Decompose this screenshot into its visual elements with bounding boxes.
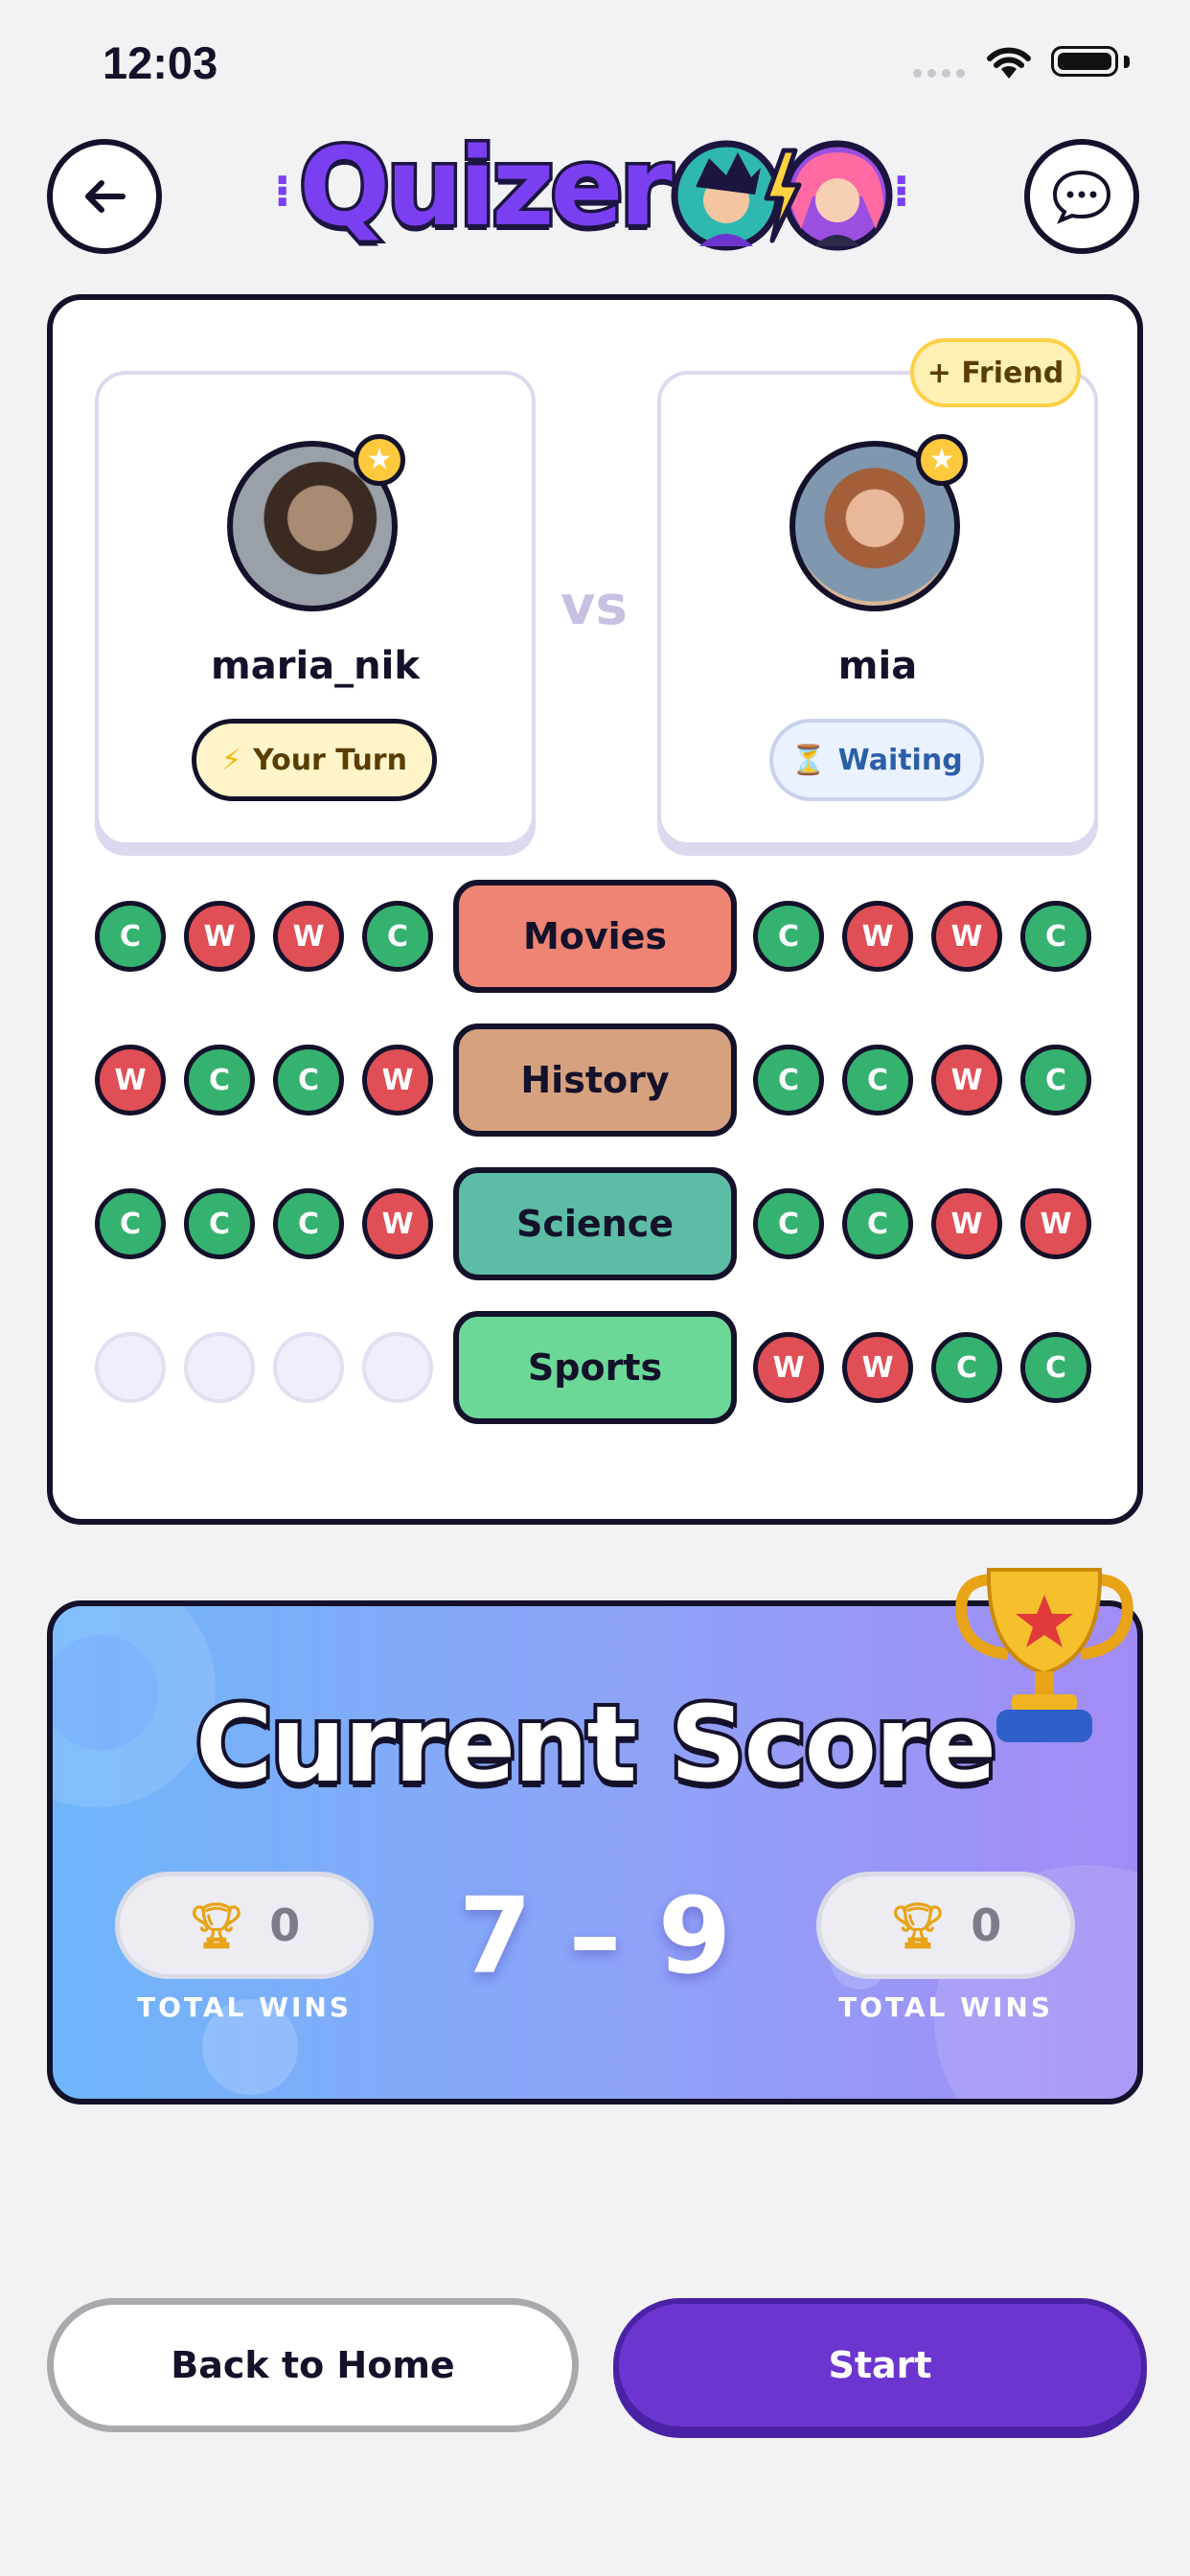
status-time: 12:03: [103, 37, 218, 88]
category-sports: Sports: [453, 1311, 737, 1424]
round-dot-correct: C: [362, 901, 433, 972]
round-dot-correct: C: [1020, 1045, 1091, 1116]
round-dot-correct: C: [1020, 1332, 1091, 1403]
sparkle-icon: ⁝: [893, 165, 910, 217]
start-button[interactable]: Start: [613, 2298, 1147, 2432]
current-score: 7 – 9: [458, 1874, 732, 1997]
round-dot-wrong: W: [931, 1045, 1002, 1116]
category-science: Science: [453, 1167, 737, 1280]
round-dot-empty: [184, 1332, 255, 1403]
star-icon: ★: [916, 434, 968, 486]
trophy-icon: 🏆︎: [889, 1898, 947, 1951]
round-dot-empty: [273, 1332, 344, 1403]
round-dot-correct: C: [753, 1045, 824, 1116]
status-text: Waiting: [837, 743, 963, 777]
back-button[interactable]: [47, 139, 162, 254]
your-turn-badge: ⚡ Your Turn: [192, 719, 437, 801]
app-logo: Quizer: [296, 126, 676, 250]
round-dot-correct: C: [842, 1045, 913, 1116]
vs-label: vs: [561, 575, 628, 637]
lightning-icon: ⚡: [221, 743, 242, 777]
waiting-badge: ⏳ Waiting: [769, 719, 984, 801]
round-dot-wrong: W: [362, 1188, 433, 1259]
round-dot-correct: C: [184, 1188, 255, 1259]
round-dot-wrong: W: [931, 901, 1002, 972]
battery-icon: [1051, 46, 1118, 77]
category-history: History: [453, 1024, 737, 1137]
round-dot-correct: C: [95, 1188, 166, 1259]
round-dot-wrong: W: [184, 901, 255, 972]
chat-bubble-icon: [1052, 170, 1111, 224]
wins-badge-right: 🏆︎ 0: [816, 1872, 1075, 1979]
round-dot-wrong: W: [362, 1045, 433, 1116]
signal-icon: [913, 69, 965, 78]
round-dot-wrong: W: [842, 901, 913, 972]
total-wins-label: TOTAL WINS: [137, 1991, 352, 2023]
wins-count: 0: [971, 1899, 1002, 1951]
wins-count: 0: [269, 1899, 301, 1951]
round-dot-correct: C: [273, 1045, 344, 1116]
round-dot-empty: [362, 1332, 433, 1403]
score-title: Current Score: [192, 1683, 1000, 1806]
total-wins-label: TOTAL WINS: [838, 1991, 1053, 2023]
round-dot-wrong: W: [753, 1332, 824, 1403]
mascots-icon: [671, 140, 893, 251]
back-to-home-button[interactable]: Back to Home: [47, 2298, 579, 2432]
round-dot-correct: C: [95, 901, 166, 972]
battery-cap: [1124, 56, 1130, 68]
player-name-left: maria_nik: [211, 644, 420, 688]
wins-badge-left: 🏆︎ 0: [115, 1872, 374, 1979]
round-dot-wrong: W: [931, 1188, 1002, 1259]
player-name-right: mia: [837, 644, 918, 688]
hourglass-icon: ⏳: [790, 743, 827, 777]
wifi-icon: [987, 47, 1031, 79]
round-dot-correct: C: [1020, 901, 1091, 972]
round-dot-wrong: W: [1020, 1188, 1091, 1259]
round-dot-correct: C: [753, 901, 824, 972]
round-dot-correct: C: [842, 1188, 913, 1259]
round-dot-correct: C: [273, 1188, 344, 1259]
add-friend-button[interactable]: + Friend: [910, 338, 1081, 407]
round-dot-correct: C: [753, 1188, 824, 1259]
round-dot-correct: C: [931, 1332, 1002, 1403]
round-dot-wrong: W: [842, 1332, 913, 1403]
round-dot-correct: C: [184, 1045, 255, 1116]
arrow-left-icon: [85, 180, 126, 213]
category-movies: Movies: [453, 880, 737, 993]
chat-button[interactable]: [1024, 139, 1139, 254]
trophy-icon: 🏆︎: [188, 1898, 245, 1951]
sparkle-icon: ⁝: [274, 165, 291, 217]
round-dot-empty: [95, 1332, 166, 1403]
status-text: Your Turn: [253, 743, 407, 777]
round-dot-wrong: W: [273, 901, 344, 972]
star-icon: ★: [354, 434, 405, 486]
round-dot-wrong: W: [95, 1045, 166, 1116]
